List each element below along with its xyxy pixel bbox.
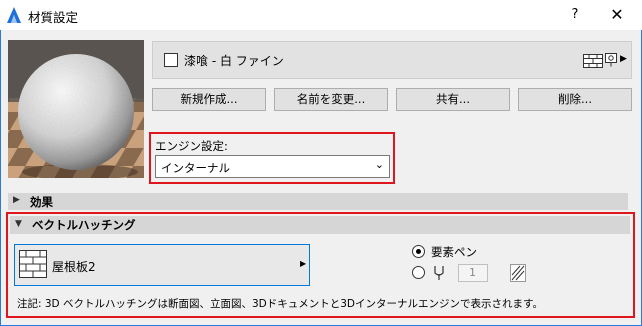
chevron-right-icon: ▶ xyxy=(620,54,627,64)
pen-number-field[interactable]: 1 xyxy=(458,264,488,282)
material-selector[interactable]: 漆喰 - 白 ファイン ▶ xyxy=(152,41,632,79)
rename-button[interactable]: 名前を変更... xyxy=(274,88,388,111)
share-button[interactable]: 共有... xyxy=(396,88,510,111)
chevron-down-icon: ⌄ xyxy=(374,158,384,171)
radio-selected-dot xyxy=(416,249,421,254)
effects-label: 効果 xyxy=(30,195,53,209)
element-pen-label: 要素ペン xyxy=(431,245,477,259)
help-button[interactable]: ? xyxy=(560,0,590,30)
roof-tile-pattern-icon xyxy=(19,250,47,278)
archicad-logo-icon xyxy=(7,7,21,23)
material-swatch xyxy=(164,53,178,67)
hatch-pattern-picker[interactable]: 屋根板2 ▶ xyxy=(14,244,310,286)
hatch-pattern-name: 屋根板2 xyxy=(52,260,96,274)
engine-value: インターナル xyxy=(161,161,230,175)
engine-dropdown[interactable]: インターナル ⌄ xyxy=(155,155,390,178)
engine-label: エンジン設定: xyxy=(155,139,228,153)
effects-section-header[interactable]: ▶ 効果 xyxy=(8,193,628,210)
vector-hatching-label: ベクトルハッチング xyxy=(32,218,136,232)
material-name: 漆喰 - 白 ファイン xyxy=(184,54,284,68)
element-pen-radio[interactable] xyxy=(412,245,425,258)
pen-settings-icon xyxy=(605,53,617,67)
hatching-note: 注記: 3D ベクトルハッチングは断面図、立面図、3Dドキュメントと3Dインター… xyxy=(17,298,543,310)
material-preview xyxy=(8,40,144,178)
close-button[interactable]: ✕ xyxy=(600,0,634,30)
new-button[interactable]: 新規作成... xyxy=(152,88,266,111)
triangle-down-icon: ▼ xyxy=(15,219,22,229)
chevron-right-icon: ▶ xyxy=(300,259,307,268)
delete-button[interactable]: 削除... xyxy=(518,88,632,111)
triangle-right-icon: ▶ xyxy=(13,195,20,205)
window-title: 材質設定 xyxy=(28,10,79,25)
brick-pattern-icon xyxy=(583,54,603,68)
title-bar: 材質設定 ? ✕ xyxy=(0,0,642,30)
vector-hatching-section-header[interactable]: ▼ ベクトルハッチング xyxy=(10,216,630,234)
pen-color-swatch-icon[interactable] xyxy=(510,264,526,282)
pen-icon xyxy=(434,266,444,280)
custom-pen-radio[interactable] xyxy=(412,266,425,279)
